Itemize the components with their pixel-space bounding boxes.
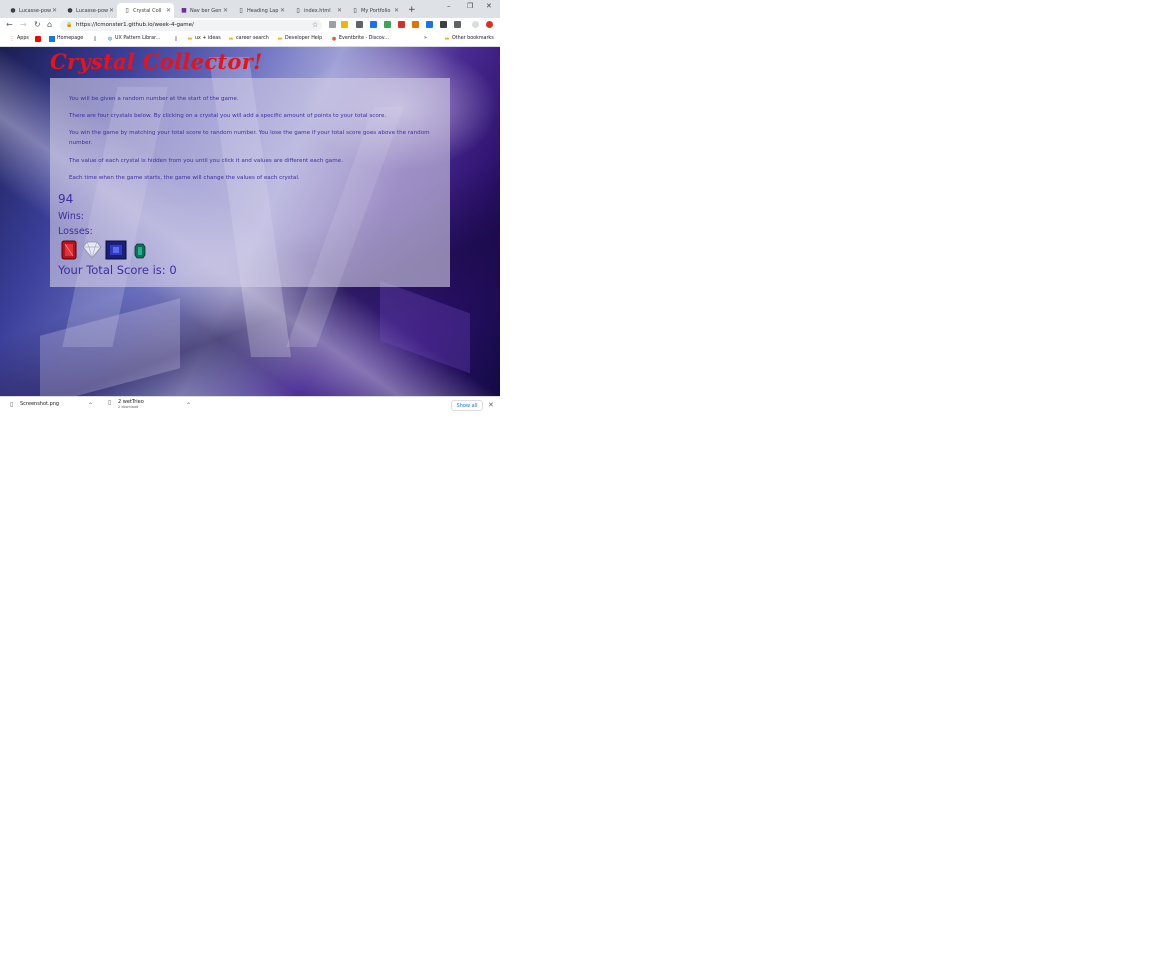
tab-2[interactable]: ● Lucasse-pow ✕: [60, 3, 117, 18]
bookmark-homepage[interactable]: Homepage: [49, 36, 83, 42]
home-icon[interactable]: ⌂: [47, 20, 52, 29]
close-tab-icon[interactable]: ✕: [394, 7, 399, 14]
extension-icon[interactable]: [329, 21, 336, 28]
folder-icon: ▬: [228, 36, 234, 42]
minimize-icon[interactable]: –: [447, 2, 451, 10]
tab-4[interactable]: ■ Nav ber Gen ✕: [174, 3, 231, 18]
extension-icon[interactable]: [412, 21, 419, 28]
page-icon: ▯: [93, 36, 97, 42]
extension-icon[interactable]: [341, 21, 348, 28]
page-icon: ▯: [125, 7, 129, 14]
bookmark-star-icon[interactable]: ☆: [312, 21, 318, 29]
show-all-button[interactable]: Show all: [451, 400, 483, 411]
close-tab-icon[interactable]: ✕: [109, 7, 114, 14]
bookmark-folder-devhelp[interactable]: ▬ Developer Help: [277, 36, 323, 42]
instruction-line: You will be given a random number at the…: [69, 96, 239, 102]
tab-5[interactable]: ▯ Heading Lap ✕: [231, 3, 288, 18]
url-text: https://lcmonster1.github.io/week-4-game…: [76, 22, 194, 28]
chevron-up-icon[interactable]: ⌃: [88, 402, 93, 409]
instruction-line: You win the game by matching your total …: [69, 130, 430, 146]
github-icon: ●: [10, 7, 16, 14]
blue-sapphire-crystal-icon[interactable]: [105, 240, 127, 260]
bookmark-apps[interactable]: ⋮ Apps: [9, 36, 29, 42]
update-menu-icon[interactable]: [486, 21, 493, 28]
green-emerald-crystal-icon[interactable]: [134, 243, 146, 259]
extension-icon[interactable]: [426, 21, 433, 28]
extension-icon[interactable]: [454, 21, 461, 28]
lock-icon: 🔒: [66, 22, 73, 28]
bookmark-folder-career[interactable]: ▬ career search: [228, 36, 269, 42]
tab-strip: ● Lucasse-pow ✕ ● Lucasse-pow ✕ ▯ Crysta…: [0, 0, 500, 18]
page-icon: ▯: [296, 7, 300, 14]
screenshot: ● Lucasse-pow ✕ ● Lucasse-pow ✕ ▯ Crysta…: [0, 0, 500, 414]
random-number: 94: [58, 192, 74, 206]
extension-icon[interactable]: [440, 21, 447, 28]
game-title: Crystal Collector!: [50, 49, 263, 74]
bookmarks-overflow[interactable]: »: [424, 36, 427, 41]
bookmark-other[interactable]: ▬ Other bookmarks: [444, 36, 494, 42]
losses-label: Losses:: [58, 226, 93, 237]
tab-6[interactable]: ▯ index.html ✕: [288, 3, 345, 18]
forward-icon[interactable]: →: [20, 20, 27, 29]
instruction-line: Each time when the game starts, the game…: [69, 175, 300, 181]
bookmark-folder-ux-ideas[interactable]: ▬ ux + ideas: [187, 36, 221, 42]
page-icon: ▯: [239, 7, 243, 14]
wins-label: Wins:: [58, 211, 84, 222]
apps-grid-icon: ⋮: [9, 36, 15, 42]
close-tab-icon[interactable]: ✕: [52, 7, 57, 14]
bookmark-favicon-icon: ◍: [107, 36, 113, 42]
total-score: Your Total Score is: 0: [58, 263, 177, 277]
score-value: 0: [169, 263, 177, 277]
folder-icon: ▬: [277, 36, 283, 42]
red-ruby-crystal-icon[interactable]: [61, 240, 77, 260]
game-page: Crystal Collector! You will be given a r…: [0, 47, 500, 396]
crystal-background-shard: [380, 280, 470, 374]
address-bar[interactable]: 🔒 https://lcmonster1.github.io/week-4-ga…: [60, 20, 322, 31]
download-shelf: ▯ Screenshot.png ⌃ ▯ 2 wetTrieo 2 downlo…: [0, 396, 500, 414]
bookmark-eventbrite[interactable]: ● Eventbrite - Discov...: [331, 36, 389, 42]
back-icon[interactable]: ←: [6, 20, 13, 29]
page-icon: ▯: [174, 36, 178, 42]
close-tab-icon[interactable]: ✕: [223, 7, 228, 14]
browser-toolbar: ← → ↻ ⌂ 🔒 https://lcmonster1.github.io/w…: [0, 18, 500, 33]
score-label: Your Total Score is:: [58, 263, 170, 277]
close-icon[interactable]: ✕: [488, 401, 494, 409]
bookmarks-bar: ⋮ Apps Homepage ▯ ◍ UX Pattern Librar... ▯…: [0, 33, 500, 47]
file-icon: ▯: [10, 401, 14, 408]
diamond-crystal-icon[interactable]: [82, 241, 102, 259]
new-tab-icon[interactable]: +: [408, 5, 416, 15]
youtube-icon: [35, 36, 41, 42]
eventbrite-icon: ●: [331, 36, 337, 42]
reload-icon[interactable]: ↻: [34, 20, 41, 29]
profile-avatar-icon[interactable]: [472, 21, 479, 28]
github-icon: ●: [67, 7, 73, 14]
tab-7[interactable]: ▯ My Portfolio ✕: [345, 3, 402, 18]
page-icon: ▯: [353, 7, 357, 14]
tab-3-active[interactable]: ▯ Crystal Coll ✕: [117, 3, 174, 18]
tab-1[interactable]: ● Lucasse-pow ✕: [3, 3, 60, 18]
close-window-icon[interactable]: ✕: [486, 2, 492, 10]
page-icon: ■: [181, 7, 187, 14]
extension-icon[interactable]: [356, 21, 363, 28]
instruction-line: The value of each crystal is hidden from…: [69, 158, 343, 164]
chevron-up-icon[interactable]: ⌃: [186, 402, 191, 409]
extension-icon[interactable]: [384, 21, 391, 28]
file-icon: ▯: [108, 399, 112, 406]
download-item[interactable]: ▯ Screenshot.png: [10, 401, 59, 408]
bookmark-favicon-icon: [49, 36, 55, 42]
close-tab-icon[interactable]: ✕: [280, 7, 285, 14]
pocket-icon[interactable]: [398, 21, 405, 28]
close-tab-icon[interactable]: ✕: [337, 7, 342, 14]
maximize-icon[interactable]: ❐: [467, 2, 473, 10]
extension-icon[interactable]: [370, 21, 377, 28]
bookmark-ux-pattern[interactable]: ◍ UX Pattern Librar...: [107, 36, 160, 42]
download-item[interactable]: ▯ 2 wetTrieo 2 download: [108, 399, 144, 409]
folder-icon: ▬: [444, 36, 450, 42]
game-panel: You will be given a random number at the…: [50, 78, 450, 287]
folder-icon: ▬: [187, 36, 193, 42]
close-tab-icon[interactable]: ✕: [166, 7, 171, 14]
instruction-line: There are four crystals below. By clicki…: [69, 113, 387, 119]
